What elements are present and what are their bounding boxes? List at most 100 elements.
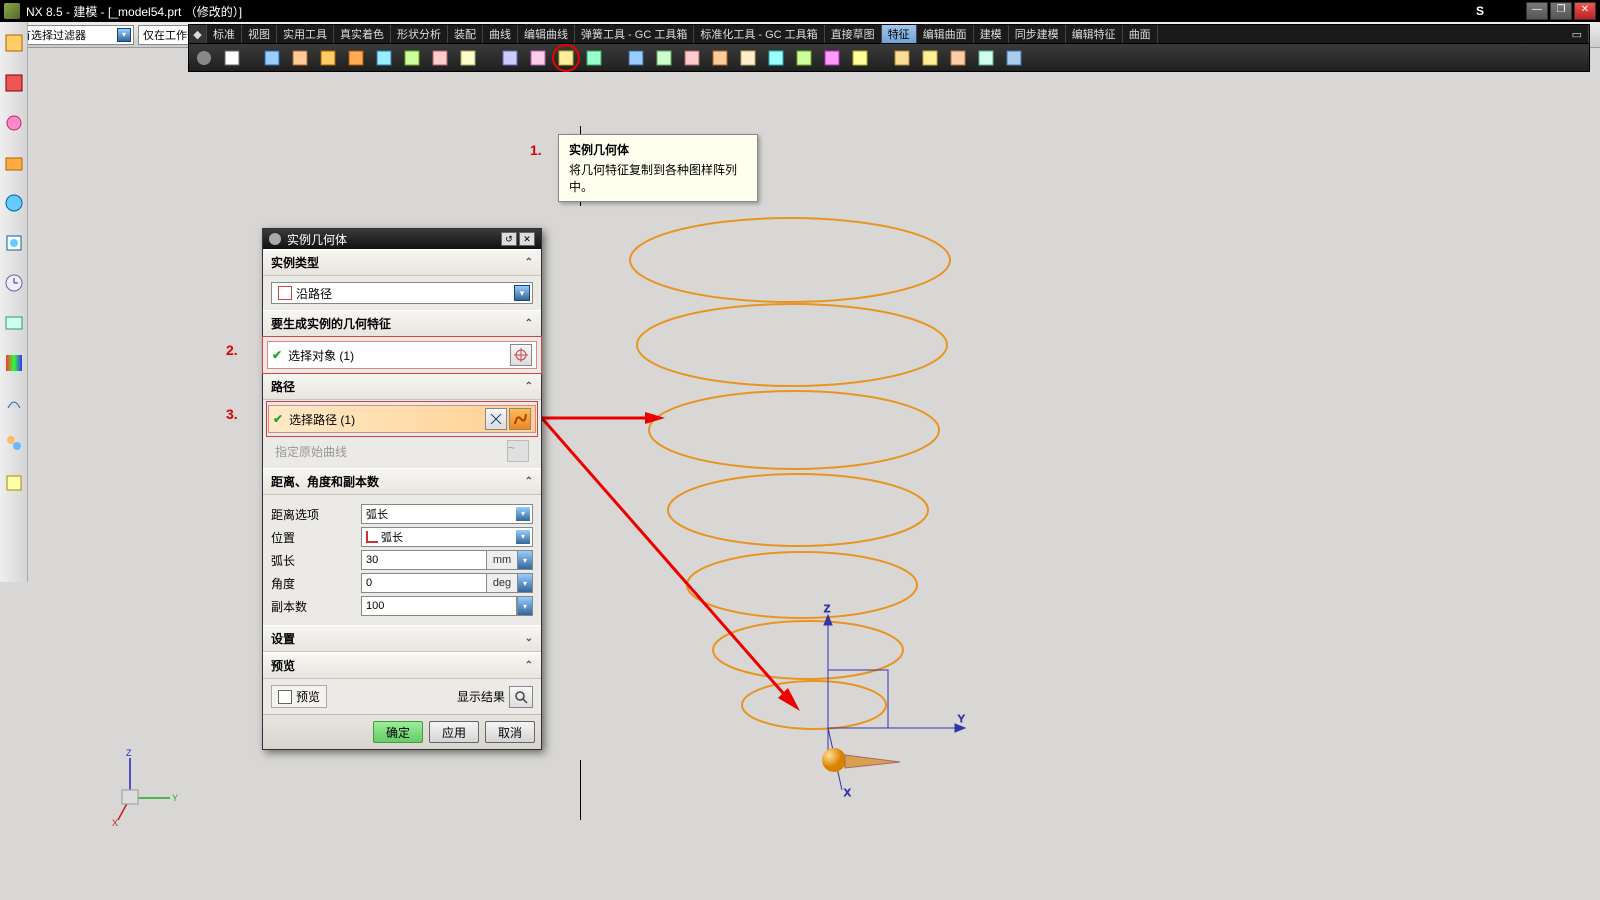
trim-icon[interactable] [737, 47, 759, 69]
help-icon[interactable] [3, 472, 25, 494]
ribbon-tab[interactable]: 曲线 [483, 25, 518, 43]
assembly-navigator-icon[interactable] [3, 72, 25, 94]
spinner-icon[interactable]: ▾ [517, 550, 533, 570]
hole-icon[interactable] [317, 47, 339, 69]
instance-geometry-icon[interactable] [555, 47, 577, 69]
ribbon-collapse-icon[interactable]: ▭ [1566, 25, 1589, 43]
unite-icon[interactable] [625, 47, 647, 69]
ok-button[interactable]: 确定 [373, 721, 423, 743]
ribbon-tab[interactable]: 编辑曲面 [917, 25, 974, 43]
ribbon-tab[interactable]: 曲面 [1123, 25, 1158, 43]
path-icon[interactable] [509, 408, 531, 430]
ribbon-tab[interactable]: 视图 [242, 25, 277, 43]
mirror-icon[interactable] [1003, 47, 1025, 69]
ribbon-tab[interactable]: 实用工具 [277, 25, 334, 43]
split-icon[interactable] [709, 47, 731, 69]
ribbon-tab[interactable]: 装配 [448, 25, 483, 43]
dialog-reset-button[interactable]: ↺ [501, 232, 517, 246]
dialog-titlebar[interactable]: 实例几何体 ↺ ✕ [263, 229, 541, 249]
minimize-button[interactable]: — [1526, 2, 1548, 20]
process-icon[interactable] [3, 312, 25, 334]
select-path-row[interactable]: ✔ 选择路径 (1) [268, 405, 536, 433]
constraint-navigator-icon[interactable] [3, 112, 25, 134]
emboss-icon[interactable] [429, 47, 451, 69]
titlebar: NX 8.5 - 建模 - [_model54.prt （修改的）] S — ❐… [0, 0, 1600, 22]
thread-icon[interactable] [499, 47, 521, 69]
ribbon-tab[interactable]: 编辑特征 [1066, 25, 1123, 43]
sketch-icon[interactable] [221, 47, 243, 69]
instance-type-combo[interactable]: 沿路径 ▾ [271, 282, 533, 304]
ribbon-tab[interactable]: 弹簧工具 - GC 工具箱 [575, 25, 694, 43]
copies-input[interactable]: 100 [361, 596, 517, 616]
subtract-icon[interactable] [653, 47, 675, 69]
angle-input[interactable]: 0 [361, 573, 487, 593]
section-settings[interactable]: 设置 ⌄ [263, 625, 541, 652]
spinner-icon[interactable]: ▾ [517, 596, 533, 616]
chevron-down-icon: ▾ [516, 507, 530, 521]
draft-icon[interactable] [821, 47, 843, 69]
ribbon-tab[interactable]: 直接草图 [825, 25, 882, 43]
select-target-icon[interactable] [510, 344, 532, 366]
rib-icon[interactable] [457, 47, 479, 69]
check-icon: ✔ [273, 412, 283, 426]
curve-rule-icon[interactable] [485, 408, 507, 430]
section-params[interactable]: 距离、角度和副本数 ⌃ [263, 468, 541, 495]
settings-icon[interactable] [193, 47, 215, 69]
section-preview[interactable]: 预览 ⌃ [263, 652, 541, 679]
instance-geometry-dialog: 实例几何体 ↺ ✕ 实例类型 ⌃ 沿路径 ▾ 要生成实例的几何特征 ⌃ ✔ 选择… [262, 228, 542, 750]
chamfer-icon[interactable] [919, 47, 941, 69]
revolve-icon[interactable] [289, 47, 311, 69]
boss-icon[interactable] [345, 47, 367, 69]
system-icon[interactable] [3, 432, 25, 454]
show-result-button[interactable] [509, 686, 533, 708]
browser-icon[interactable] [3, 232, 25, 254]
ribbon-menu-icon[interactable]: ◆ [189, 25, 207, 43]
ribbon-tab[interactable]: 编辑曲线 [518, 25, 575, 43]
scale-icon[interactable] [527, 47, 549, 69]
ribbon-tab[interactable]: 建模 [974, 25, 1009, 43]
ribbon-tab[interactable]: 真实着色 [334, 25, 391, 43]
close-button[interactable]: ✕ [1574, 2, 1596, 20]
callout-1: 1. [530, 142, 542, 158]
section-geometry[interactable]: 要生成实例的几何特征 ⌃ [263, 310, 541, 337]
section-instance-type[interactable]: 实例类型 ⌃ [263, 249, 541, 276]
unit-deg: deg [487, 573, 517, 593]
layers-icon[interactable] [3, 352, 25, 374]
roles-icon[interactable] [3, 392, 25, 414]
ribbon-tab[interactable]: 形状分析 [391, 25, 448, 43]
apply-button[interactable]: 应用 [429, 721, 479, 743]
chevron-up-icon: ⌃ [525, 476, 533, 487]
preview-checkbox[interactable] [278, 690, 292, 704]
blend-icon[interactable] [849, 47, 871, 69]
ribbon-tab-feature[interactable]: 特征 [882, 25, 917, 43]
arc-length-input[interactable]: 30 [361, 550, 487, 570]
cancel-button[interactable]: 取消 [485, 721, 535, 743]
wrap-icon[interactable] [975, 47, 997, 69]
face-blend-icon[interactable] [947, 47, 969, 69]
extrude-icon[interactable] [261, 47, 283, 69]
pad-icon[interactable] [401, 47, 423, 69]
position-combo[interactable]: 弧长 ▾ [361, 527, 533, 547]
ribbon-tab[interactable]: 同步建模 [1009, 25, 1066, 43]
distance-option-combo[interactable]: 弧长 ▾ [361, 504, 533, 524]
ribbon-tab[interactable]: 标准 [207, 25, 242, 43]
preview-label: 预览 [296, 688, 320, 705]
reuse-library-icon[interactable] [3, 152, 25, 174]
restore-button[interactable]: ❐ [1550, 2, 1572, 20]
section-path[interactable]: 路径 ⌃ [263, 373, 541, 400]
history-icon[interactable] [3, 272, 25, 294]
dialog-close-button[interactable]: ✕ [519, 232, 535, 246]
intersect-icon[interactable] [681, 47, 703, 69]
shell-icon[interactable] [765, 47, 787, 69]
edge-blend-icon[interactable] [891, 47, 913, 69]
hd3d-icon[interactable] [3, 192, 25, 214]
spinner-icon[interactable]: ▾ [517, 573, 533, 593]
pocket-icon[interactable] [373, 47, 395, 69]
tooltip: 实例几何体 将几何特征复制到各种图样阵列中。 [558, 134, 758, 202]
select-object-row[interactable]: ✔ 选择对象 (1) [267, 341, 537, 369]
pattern-icon[interactable] [583, 47, 605, 69]
offset-icon[interactable] [793, 47, 815, 69]
ribbon-tab[interactable]: 标准化工具 - GC 工具箱 [694, 25, 824, 43]
show-result-label: 显示结果 [457, 688, 505, 705]
part-navigator-icon[interactable] [3, 32, 25, 54]
